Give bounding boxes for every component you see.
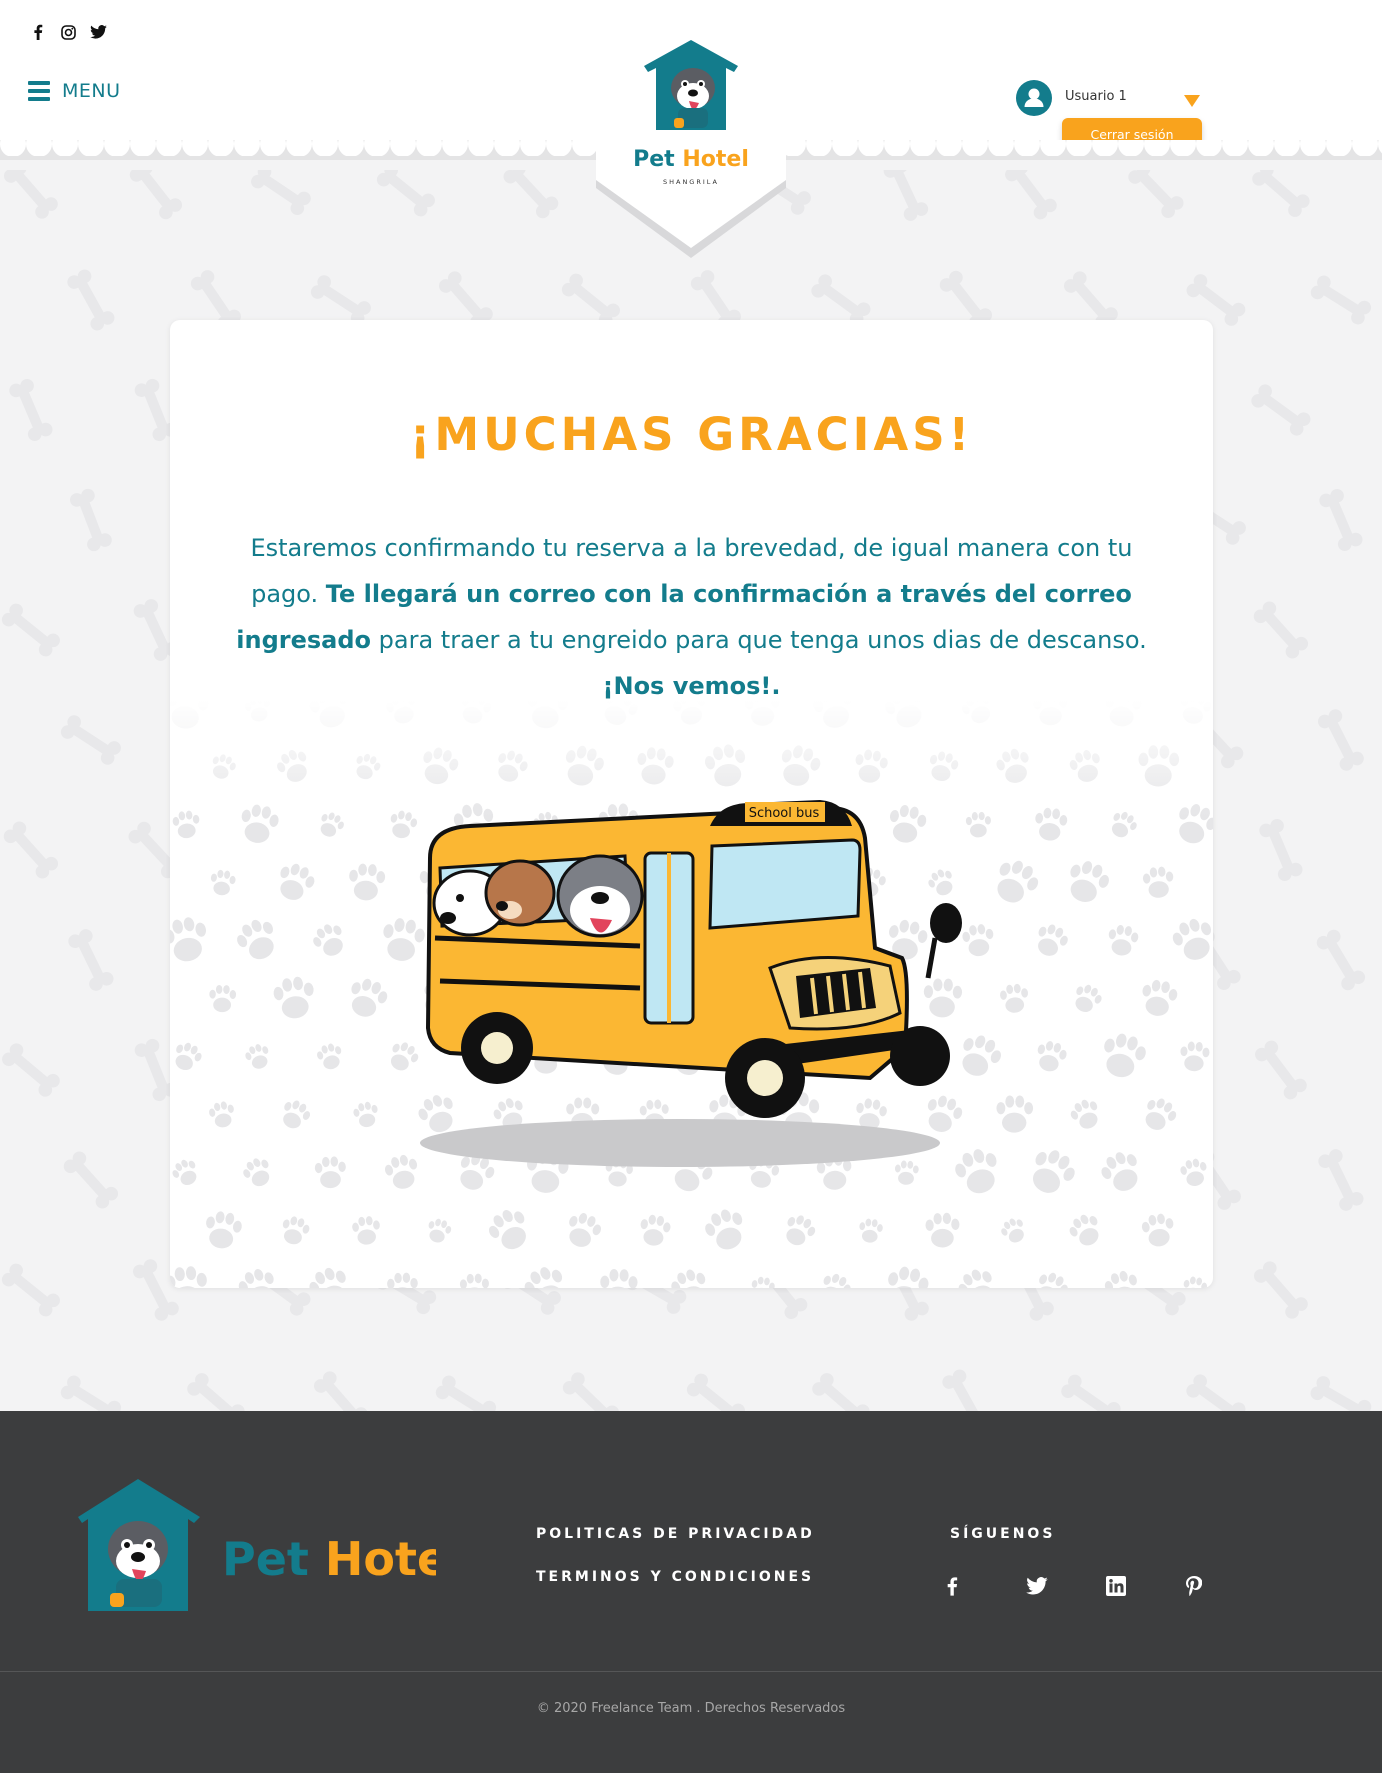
logo-tagline: SHANGRILA	[663, 178, 719, 186]
footer-logo[interactable]: Pet Hotel	[76, 1479, 436, 1619]
footer-social-links	[946, 1571, 1266, 1601]
header-social-links	[28, 22, 108, 42]
footer-links: POLITICAS DE PRIVACIDAD TERMINOS Y CONDI…	[536, 1526, 815, 1612]
menu-button[interactable]: MENU	[28, 80, 121, 102]
terms-link[interactable]: TERMINOS Y CONDICIONES	[536, 1569, 815, 1585]
bus-sign-text: School bus	[749, 806, 820, 821]
site-logo[interactable]: Pet Hotel SHANGRILA	[596, 0, 786, 260]
linkedin-icon[interactable]	[1106, 1571, 1186, 1601]
site-footer: Pet Hotel POLITICAS DE PRIVACIDAD TERMIN…	[0, 1411, 1382, 1773]
menu-label: MENU	[62, 80, 121, 102]
confirmation-message: Estaremos confirmando tu reserva a la br…	[232, 525, 1151, 709]
footer-divider	[0, 1671, 1382, 1672]
school-bus-illustration: School bus	[420, 800, 962, 1167]
message-bold-2: ¡Nos vemos!.	[602, 672, 781, 700]
pinterest-icon[interactable]	[1186, 1571, 1266, 1601]
page-title: ¡MUCHAS GRACIAS!	[409, 408, 974, 461]
facebook-icon[interactable]	[946, 1571, 1026, 1601]
user-avatar-icon[interactable]	[1016, 80, 1052, 116]
instagram-icon[interactable]	[58, 22, 78, 42]
svg-text:Pet Hotel: Pet Hotel	[633, 147, 749, 172]
copyright-text: © 2020 Freelance Team . Derechos Reserva…	[536, 1701, 846, 1716]
privacy-policy-link[interactable]: POLITICAS DE PRIVACIDAD	[536, 1526, 815, 1542]
hamburger-icon	[28, 80, 50, 102]
user-name: Usuario 1	[1065, 89, 1127, 104]
confirmation-card: ¡MUCHAS GRACIAS! Estaremos confirmando t…	[170, 320, 1213, 1288]
follow-title: SÍGUENOS	[950, 1526, 1056, 1542]
chevron-down-icon[interactable]	[1184, 92, 1200, 111]
facebook-icon[interactable]	[28, 22, 48, 42]
twitter-icon[interactable]	[88, 22, 108, 42]
twitter-icon[interactable]	[1026, 1571, 1106, 1601]
message-text-2: para traer a tu engreido para que tenga …	[371, 626, 1147, 654]
svg-text:Pet Hotel: Pet Hotel	[222, 1532, 436, 1586]
